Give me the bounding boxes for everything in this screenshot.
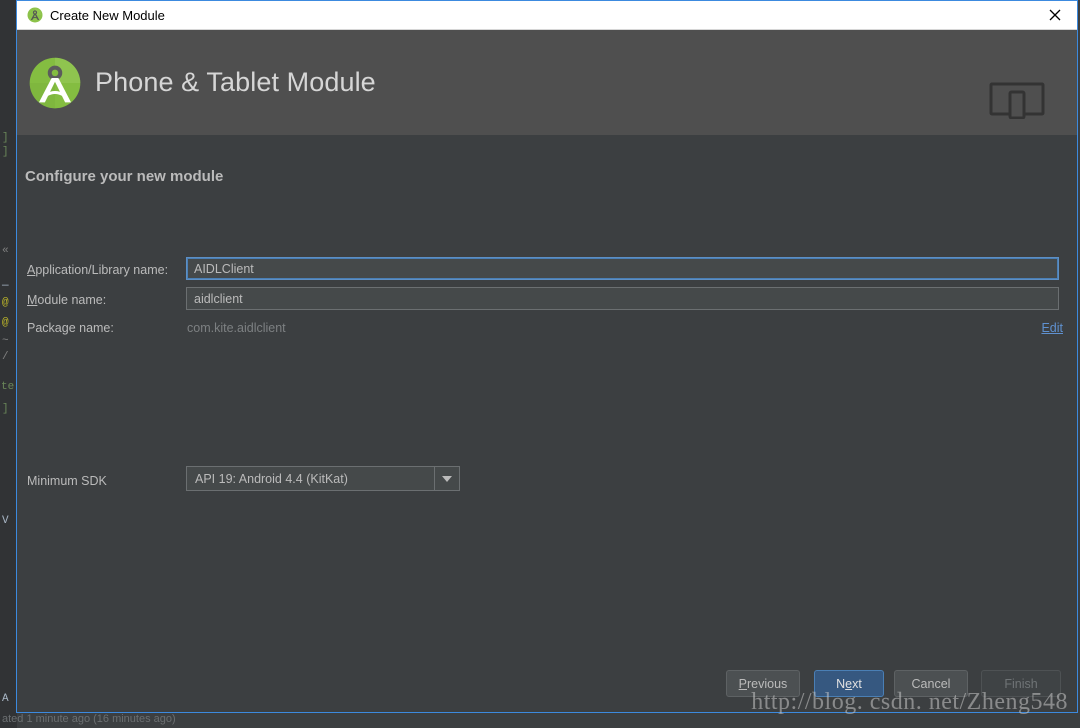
- section-title: Configure your new module: [25, 168, 224, 185]
- previous-button-mnemonic: P: [738, 676, 748, 691]
- dialog-header-banner: Phone & Tablet Module: [17, 30, 1077, 135]
- package-edit-link[interactable]: Edit: [1041, 321, 1063, 335]
- editor-token: —: [2, 280, 9, 292]
- module-name-label-mnemonic: M: [27, 293, 38, 307]
- editor-token: /: [2, 351, 9, 363]
- ide-status-text: ated 1 minute ago (16 minutes ago): [2, 713, 176, 725]
- app-name-label: Application/Library name:: [27, 263, 168, 277]
- editor-token: V: [2, 515, 9, 527]
- editor-token: ]: [2, 132, 9, 144]
- package-name-value: com.kite.aidlclient: [187, 321, 286, 335]
- phone-tablet-device-icon: [989, 82, 1045, 119]
- package-name-label: Package name:: [27, 321, 114, 335]
- module-name-input[interactable]: [186, 287, 1059, 310]
- min-sdk-selected-value: API 19: Android 4.4 (KitKat): [195, 471, 348, 486]
- finish-button: Finish: [981, 670, 1061, 697]
- dialog-footer: Previous Ne xt Cancel Finish: [17, 670, 1077, 698]
- module-name-label-rest: odule name:: [37, 293, 107, 307]
- module-name-label: Module name:: [27, 293, 106, 307]
- editor-token: A: [2, 693, 9, 705]
- close-icon[interactable]: [1032, 1, 1077, 29]
- android-studio-logo-icon: [29, 57, 81, 108]
- dialog-title: Create New Module: [50, 7, 165, 23]
- editor-gutter: [0, 0, 17, 728]
- next-button-prefix: N: [836, 676, 846, 691]
- next-button-label: xt: [852, 676, 862, 691]
- editor-token: @: [2, 317, 9, 329]
- android-studio-icon: [27, 7, 43, 23]
- chevron-down-icon[interactable]: [434, 467, 459, 490]
- app-name-label-rest: pplication/Library name:: [35, 263, 169, 277]
- editor-token: ~: [2, 335, 9, 347]
- editor-token: @: [2, 297, 9, 309]
- editor-token: ]: [2, 403, 9, 415]
- next-button[interactable]: Ne xt: [814, 670, 884, 697]
- min-sdk-label: Minimum SDK: [27, 474, 107, 488]
- create-new-module-dialog: Create New Module Phone & Tablet Module …: [16, 0, 1078, 713]
- cancel-button[interactable]: Cancel: [894, 670, 968, 697]
- previous-button[interactable]: Previous: [726, 670, 800, 697]
- editor-token: ]: [2, 146, 9, 158]
- editor-token: «: [2, 245, 9, 257]
- next-button-mnemonic: e: [845, 676, 853, 691]
- header-title: Phone & Tablet Module: [95, 67, 376, 97]
- editor-token: te: [1, 381, 15, 393]
- app-name-input[interactable]: [186, 257, 1059, 280]
- min-sdk-dropdown[interactable]: API 19: Android 4.4 (KitKat): [186, 466, 460, 491]
- dialog-body: Configure your new module Application/Li…: [17, 135, 1077, 712]
- dialog-title-bar: Create New Module: [17, 1, 1077, 30]
- previous-button-label: revious: [747, 676, 788, 691]
